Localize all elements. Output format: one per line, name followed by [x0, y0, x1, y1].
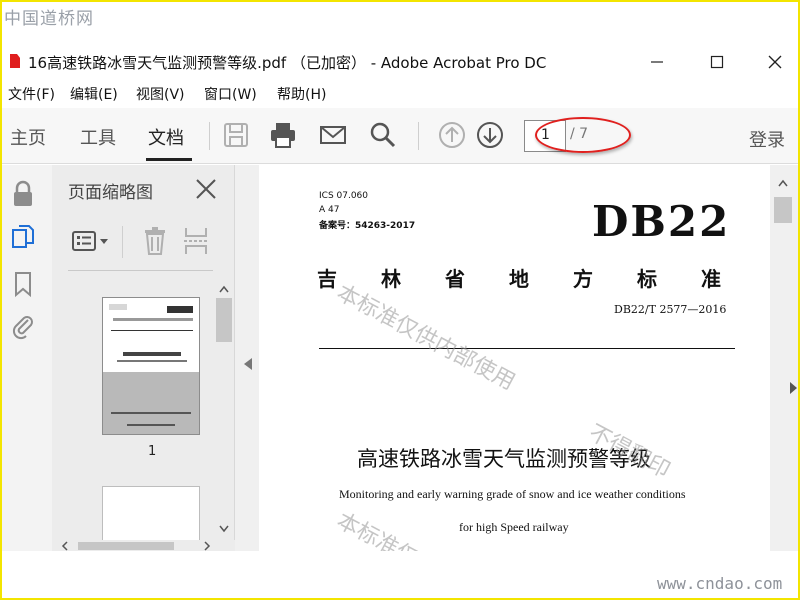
close-panel-icon[interactable]: [195, 178, 217, 200]
doc-standard-code-large: DB22: [592, 197, 731, 246]
delete-page-icon[interactable]: [142, 226, 168, 256]
thumb-text-block: [109, 304, 127, 310]
lock-icon[interactable]: [10, 180, 36, 208]
doc-standard-type-char: 标: [637, 267, 657, 291]
doc-scroll-up-icon[interactable]: [777, 178, 789, 188]
site-url-watermark: www.cndao.com: [657, 574, 783, 593]
maximize-icon: [710, 55, 724, 69]
horizontal-scroll-thumb[interactable]: [78, 542, 174, 550]
thumbnail-options-icon[interactable]: [72, 228, 112, 256]
red-annotation-ellipse: [535, 117, 631, 153]
thumbnail-panel-tools: [68, 222, 212, 262]
tab-home[interactable]: 主页: [10, 124, 46, 150]
main-toolbar: 主页 工具 文档: [2, 108, 798, 164]
extract-page-icon[interactable]: [182, 226, 210, 256]
thumbnail-panel-title: 页面缩略图: [68, 183, 153, 203]
doc-standard-number: DB22/T 2577—2016: [614, 303, 727, 316]
window-title: 16高速铁路冰雪天气监测预警等级.pdf （已加密） - Adobe Acrob…: [28, 54, 547, 72]
doc-horizontal-rule: [319, 348, 735, 349]
document-scroll-thumb[interactable]: [774, 197, 792, 223]
maximize-button[interactable]: [694, 46, 740, 78]
menu-help[interactable]: 帮助(H): [277, 84, 326, 104]
menu-file[interactable]: 文件(F): [8, 84, 55, 104]
search-icon[interactable]: [368, 120, 398, 150]
scroll-down-icon[interactable]: [218, 524, 230, 534]
thumb-text-block: [167, 306, 193, 313]
thumb-text-block: [127, 424, 175, 426]
login-button[interactable]: 登录: [749, 126, 785, 152]
toolbar-separator: [418, 122, 419, 150]
menu-window[interactable]: 窗口(W): [204, 84, 257, 104]
active-tab-indicator: [146, 158, 192, 161]
tab-tools[interactable]: 工具: [80, 124, 116, 150]
doc-title-english-line2: for high Speed railway: [459, 520, 569, 534]
doc-standard-type-char: 省: [445, 267, 465, 291]
pdf-file-icon: [10, 54, 20, 68]
doc-next-arrow-icon[interactable]: [788, 378, 798, 398]
doc-standard-type: 吉林省地方标准: [317, 263, 765, 292]
navigation-rail: [2, 165, 52, 551]
doc-standard-type-char: 地: [509, 267, 529, 291]
doc-watermark-internal-use-repeat: 本标准仅: [332, 508, 422, 551]
next-page-icon[interactable]: [475, 120, 505, 150]
panel-tools-separator: [122, 226, 123, 258]
close-icon: [768, 55, 782, 69]
page-thumbnail-1[interactable]: [102, 297, 200, 435]
thumb-text-block: [113, 318, 193, 321]
doc-standard-type-char: 方: [573, 267, 593, 291]
doc-watermark-internal-use: 本标准仅供内部使用: [332, 280, 520, 396]
menu-bar: 文件(F) 编辑(E) 视图(V) 窗口(W) 帮助(H): [2, 82, 798, 106]
doc-watermark-no-copy: 不得翻印: [584, 420, 674, 484]
close-window-button[interactable]: [752, 46, 798, 78]
attachment-icon[interactable]: [10, 312, 36, 340]
panel-divider: [68, 270, 213, 271]
page-thumbnails-icon[interactable]: [10, 224, 36, 252]
email-icon[interactable]: [318, 120, 348, 150]
thumbnail-vertical-scrollbar[interactable]: [216, 298, 232, 342]
collapse-panel-icon[interactable]: [244, 358, 252, 370]
doc-title-english-line1: Monitoring and early warning grade of sn…: [339, 487, 686, 501]
thumb-text-block: [111, 330, 193, 331]
menu-view[interactable]: 视图(V): [136, 84, 185, 104]
doc-ics-code: ICS 07.060: [319, 191, 369, 201]
page-thumbnail-label: 1: [148, 444, 157, 459]
previous-page-icon[interactable]: [437, 120, 467, 150]
thumb-text-block: [117, 360, 187, 362]
bookmark-icon[interactable]: [10, 270, 36, 298]
menu-edit[interactable]: 编辑(E): [70, 84, 118, 104]
document-page: ICS 07.060 A 47 备案号：54263-2017 DB22 吉林省地…: [259, 165, 770, 551]
thumb-text-block: [123, 352, 181, 356]
toolbar-separator: [209, 122, 210, 150]
save-icon[interactable]: [221, 120, 251, 150]
print-icon[interactable]: [268, 120, 298, 150]
thumb-text-block: [111, 412, 191, 414]
title-bar: 16高速铁路冰雪天气监测预警等级.pdf （已加密） - Adobe Acrob…: [2, 46, 798, 80]
scroll-up-icon[interactable]: [218, 284, 230, 294]
doc-class-code: A 47: [319, 205, 340, 215]
tab-document[interactable]: 文档: [148, 124, 184, 150]
minimize-icon: [651, 61, 663, 63]
doc-standard-type-char: 准: [701, 267, 721, 291]
doc-standard-type-char: 林: [381, 267, 401, 291]
doc-record-number: 备案号：54263-2017: [319, 221, 416, 231]
site-watermark-logo: 中国道桥网: [4, 9, 94, 29]
minimize-button[interactable]: [634, 46, 680, 78]
